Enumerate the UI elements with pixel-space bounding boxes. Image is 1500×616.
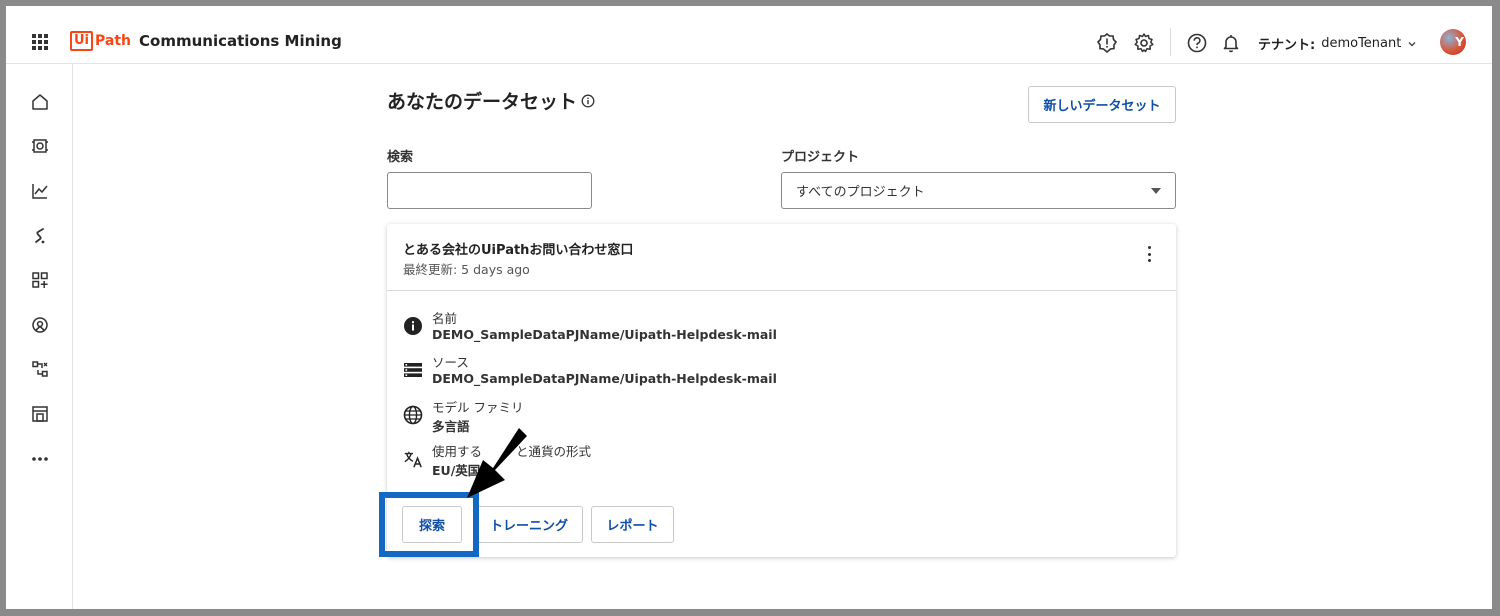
tenant-value: demoTenant xyxy=(1321,36,1402,51)
add-widget-icon[interactable] xyxy=(30,270,50,290)
name-label: 名前 xyxy=(432,311,458,326)
translate-icon xyxy=(404,451,422,468)
bell-icon[interactable] xyxy=(1220,32,1242,54)
header-divider xyxy=(1170,28,1171,56)
kebab-icon[interactable] xyxy=(1144,244,1154,264)
location-icon[interactable] xyxy=(30,315,50,335)
chevron-down-icon xyxy=(1408,41,1416,46)
integration-icon[interactable] xyxy=(30,359,50,379)
more-icon[interactable] xyxy=(30,449,50,469)
project-select[interactable]: すべてのプロジェクト xyxy=(781,172,1176,209)
info-icon[interactable] xyxy=(581,94,595,108)
app-title: Communications Mining xyxy=(139,32,342,50)
alert-icon[interactable] xyxy=(1096,32,1118,54)
help-icon[interactable] xyxy=(1186,32,1208,54)
model-family-label: モデル ファミリ xyxy=(432,400,524,415)
logo-ui: Ui xyxy=(70,31,94,51)
gear-icon[interactable] xyxy=(1133,32,1155,54)
source-label: ソース xyxy=(432,355,469,370)
project-select-value: すべてのプロジェクト xyxy=(796,185,925,200)
dataset-icon[interactable] xyxy=(30,136,50,156)
page-title-text: あなたのデータセット xyxy=(387,91,578,113)
search-label: 検索 xyxy=(387,150,414,165)
training-button[interactable]: トレーニング xyxy=(475,506,583,543)
new-dataset-button[interactable]: 新しいデータセット xyxy=(1028,86,1176,123)
project-label: プロジェクト xyxy=(781,150,860,165)
arrow-pointer-icon xyxy=(467,428,527,498)
apps-grid-icon[interactable] xyxy=(32,34,48,50)
tenant-label: テナント: xyxy=(1258,38,1316,53)
page-title: あなたのデータセット xyxy=(387,87,595,114)
store-icon[interactable] xyxy=(30,404,50,424)
info-filled-icon xyxy=(404,317,422,335)
source-value: DEMO_SampleDataPJName/Uipath-Helpdesk-ma… xyxy=(432,371,777,386)
name-value: DEMO_SampleDataPJName/Uipath-Helpdesk-ma… xyxy=(432,327,777,342)
top-bar: Ui Path Communications Mining テナント: demo… xyxy=(6,6,1492,64)
database-icon xyxy=(404,363,422,377)
dataset-title[interactable]: とある会社のUiPathお問い合わせ窓口 xyxy=(403,239,633,258)
globe-icon xyxy=(403,405,423,425)
avatar-initial: Y xyxy=(1455,35,1464,49)
logo[interactable]: Ui Path Communications Mining xyxy=(70,31,342,51)
dataset-card-header: とある会社のUiPathお問い合わせ窓口 最終更新: 5 days ago xyxy=(387,224,1176,291)
home-icon[interactable] xyxy=(30,92,50,112)
app-window: Ui Path Communications Mining テナント: demo… xyxy=(6,6,1492,609)
report-button[interactable]: レポート xyxy=(591,506,674,543)
chart-icon[interactable] xyxy=(30,181,50,201)
search-input[interactable] xyxy=(387,172,592,209)
dataset-last-updated: 最終更新: 5 days ago xyxy=(403,262,530,277)
sidebar xyxy=(6,64,73,609)
logo-path: Path xyxy=(95,33,132,49)
stream-icon[interactable] xyxy=(30,226,50,246)
dataset-card: とある会社のUiPathお問い合わせ窓口 最終更新: 5 days ago 名前… xyxy=(387,224,1176,557)
caret-down-icon xyxy=(1151,187,1161,194)
avatar[interactable]: Y xyxy=(1440,29,1466,55)
tenant-switcher[interactable]: テナント: demoTenant xyxy=(1258,34,1417,53)
